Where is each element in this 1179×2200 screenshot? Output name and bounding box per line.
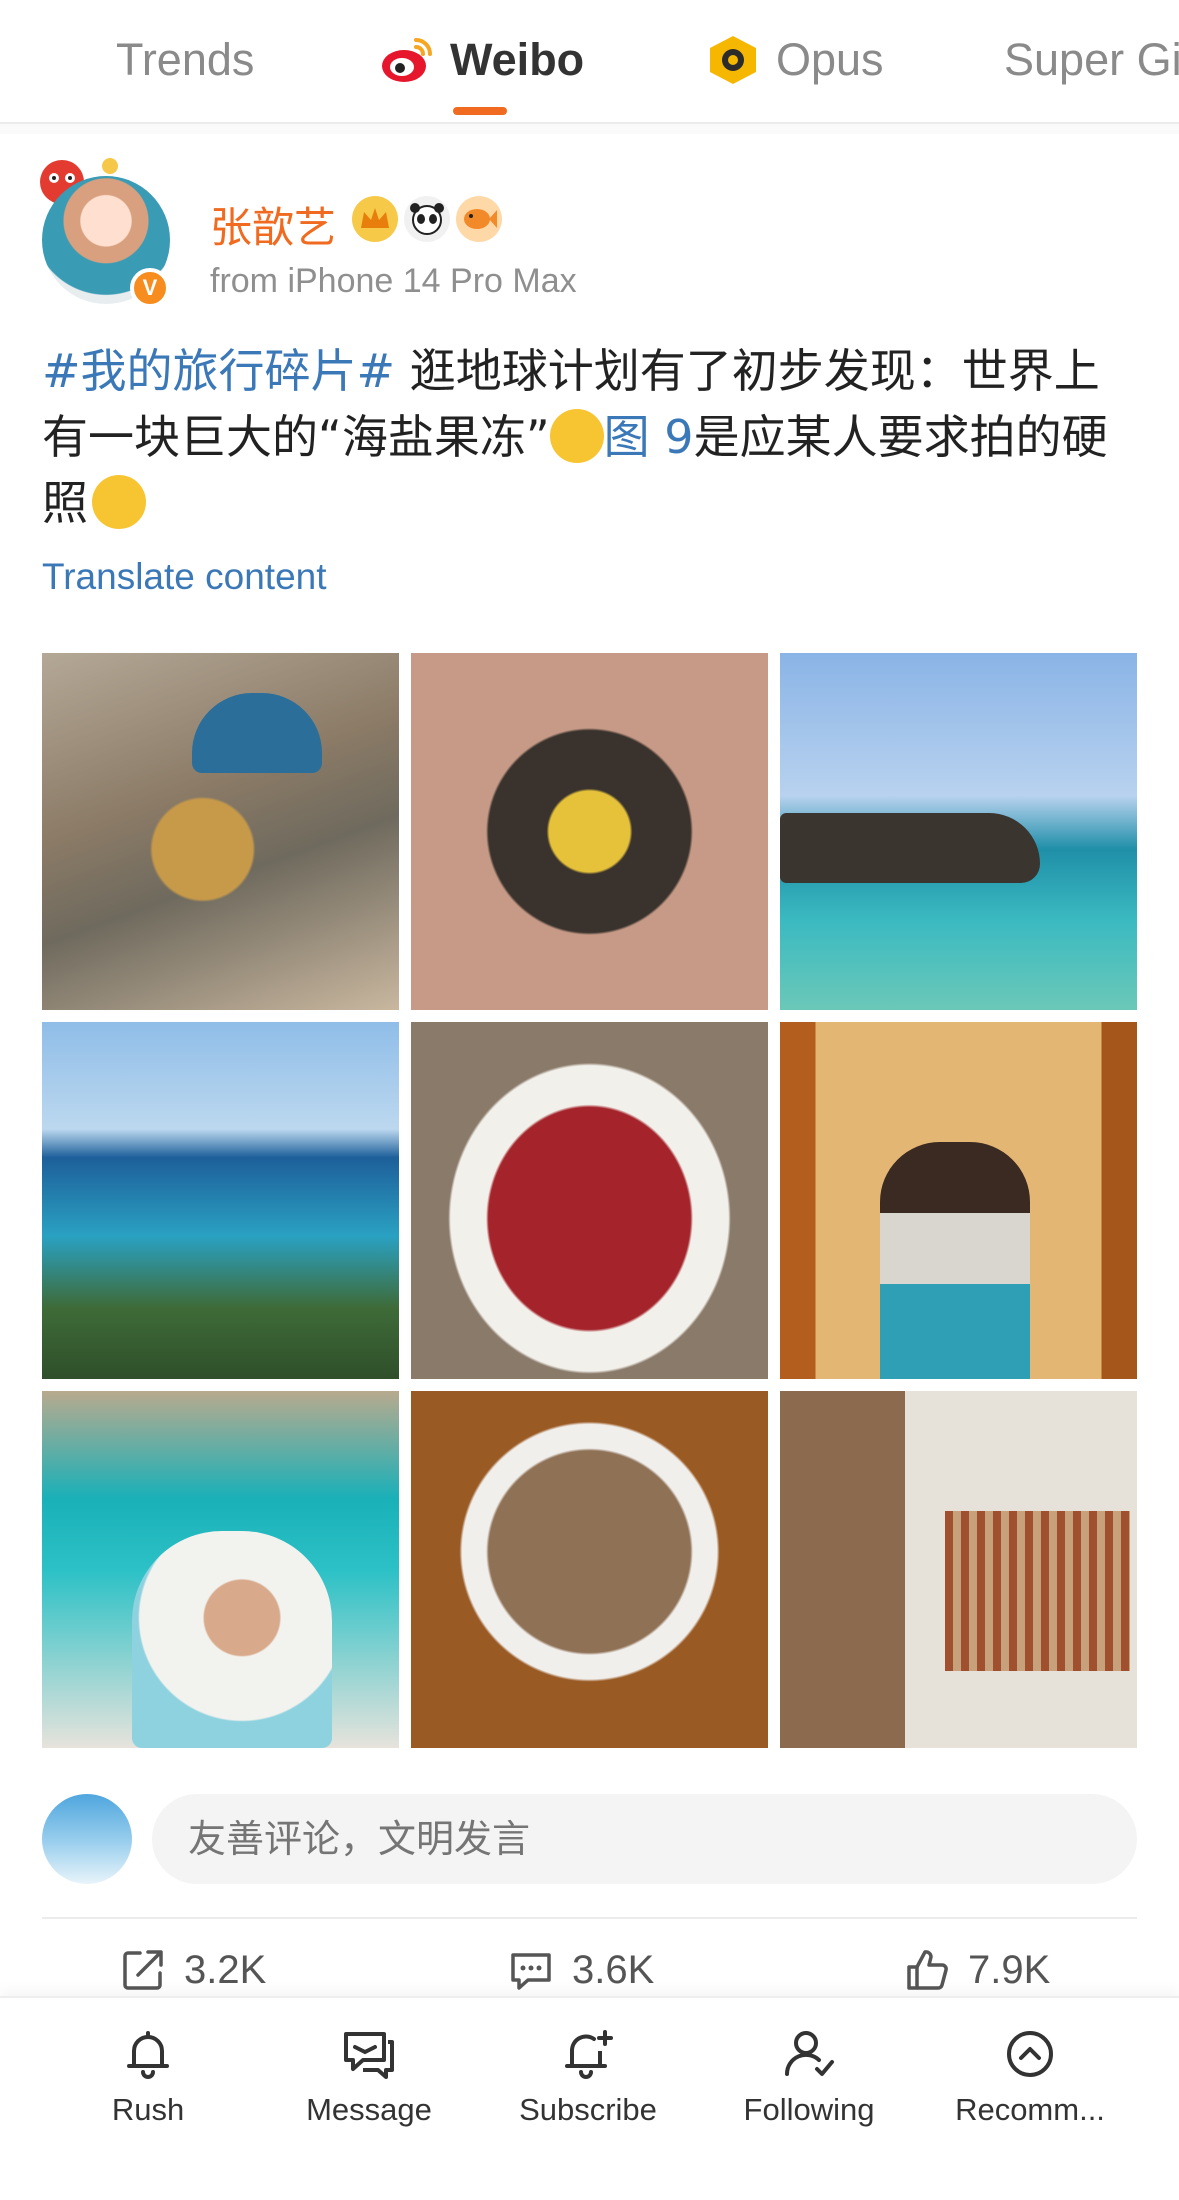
bell-icon xyxy=(127,2031,169,2079)
scroll-shadow xyxy=(0,124,1179,134)
bell-plus-icon xyxy=(565,2030,613,2079)
tab-weibo[interactable]: Weibo xyxy=(378,30,584,90)
comment-icon xyxy=(511,1953,551,1990)
thumbs-up-icon xyxy=(907,1950,948,1990)
nav-following-label: Following xyxy=(743,2092,875,2127)
photo-sea-cliffs[interactable] xyxy=(42,1022,399,1379)
top-tab-bar: Trends Weibo Opus Super Gi xyxy=(0,0,1179,124)
tab-opus-label: Opus xyxy=(776,34,884,85)
laughing-tears-emoji-icon xyxy=(92,475,146,529)
bottom-nav: Rush Message Subscribe Following Recomm.… xyxy=(0,1996,1179,2200)
nav-recommend[interactable]: Recomm... xyxy=(920,2026,1140,2128)
tab-weibo-label: Weibo xyxy=(450,34,585,85)
repost-count: 3.2K xyxy=(184,1947,267,1992)
repost-button[interactable]: 3.2K xyxy=(120,1940,266,2000)
photo-snails-plate[interactable] xyxy=(411,1391,768,1748)
chevron-up-circle-icon xyxy=(1007,2031,1053,2077)
opus-icon xyxy=(710,36,756,84)
hashtag-link[interactable]: #我的旅行碎片# xyxy=(42,344,395,398)
shush-emoji-icon xyxy=(549,409,604,463)
comment-input[interactable] xyxy=(152,1794,1137,1884)
like-count: 7.9K xyxy=(968,1947,1051,1992)
fish-badge-icon xyxy=(456,196,502,242)
user-check-icon xyxy=(784,2031,834,2076)
nav-subscribe-label: Subscribe xyxy=(519,2092,657,2127)
message-icon xyxy=(344,2032,394,2079)
comment-button[interactable]: 3.6K xyxy=(508,1940,654,2000)
author-badges xyxy=(352,196,502,242)
photo-plated-dish[interactable] xyxy=(411,653,768,1010)
photo-turquoise-cove[interactable] xyxy=(780,653,1137,1010)
tab-opus[interactable]: Opus xyxy=(704,30,884,90)
crown-badge-icon xyxy=(352,196,398,242)
comment-count: 3.6K xyxy=(572,1947,655,1992)
author-name[interactable]: 张歆艺 xyxy=(210,194,336,255)
post-source: from iPhone 14 Pro Max xyxy=(210,262,577,300)
nav-message-label: Message xyxy=(306,2092,432,2127)
nav-message[interactable]: Message xyxy=(259,2026,479,2128)
image-link-label: 图 9 xyxy=(603,410,694,464)
weibo-logo-icon xyxy=(382,38,432,82)
photo-grid xyxy=(42,653,1137,1749)
nav-following[interactable]: Following xyxy=(699,2026,919,2128)
photo-jamon-plate[interactable] xyxy=(411,1022,768,1379)
like-button[interactable]: 7.9K xyxy=(904,1940,1050,2000)
divider xyxy=(42,1917,1137,1919)
current-user-avatar[interactable] xyxy=(42,1794,132,1884)
tab-trends[interactable]: Trends xyxy=(116,30,254,90)
repost-icon xyxy=(123,1950,163,1990)
photo-rocky-coast-arch[interactable] xyxy=(42,653,399,1010)
photo-family-hug-tram[interactable] xyxy=(780,1022,1137,1379)
active-tab-indicator xyxy=(453,107,507,115)
nav-rush[interactable]: Rush xyxy=(38,2026,258,2128)
tab-super-topic[interactable]: Super Gi xyxy=(1004,30,1179,90)
verified-badge-icon: V xyxy=(130,268,170,308)
photo-selfie-beach[interactable] xyxy=(42,1391,399,1748)
tab-super-topic-label: Super Gi xyxy=(1004,34,1179,85)
nav-rush-label: Rush xyxy=(111,2092,185,2127)
nav-recommend-label: Recomm... xyxy=(955,2092,1105,2127)
translate-content-link[interactable]: Translate content xyxy=(42,556,327,598)
nav-subscribe[interactable]: Subscribe xyxy=(478,2026,698,2128)
tab-trends-label: Trends xyxy=(116,34,255,85)
panda-badge-icon xyxy=(404,196,450,242)
post-body: #我的旅行碎片# 逛地球计划有了初步发现：世界上有一块巨大的“海盐果冻” 图 9是… xyxy=(42,338,1142,536)
photo-man-by-wall[interactable] xyxy=(780,1391,1137,1748)
image-link[interactable]: 图 9 xyxy=(604,410,694,464)
